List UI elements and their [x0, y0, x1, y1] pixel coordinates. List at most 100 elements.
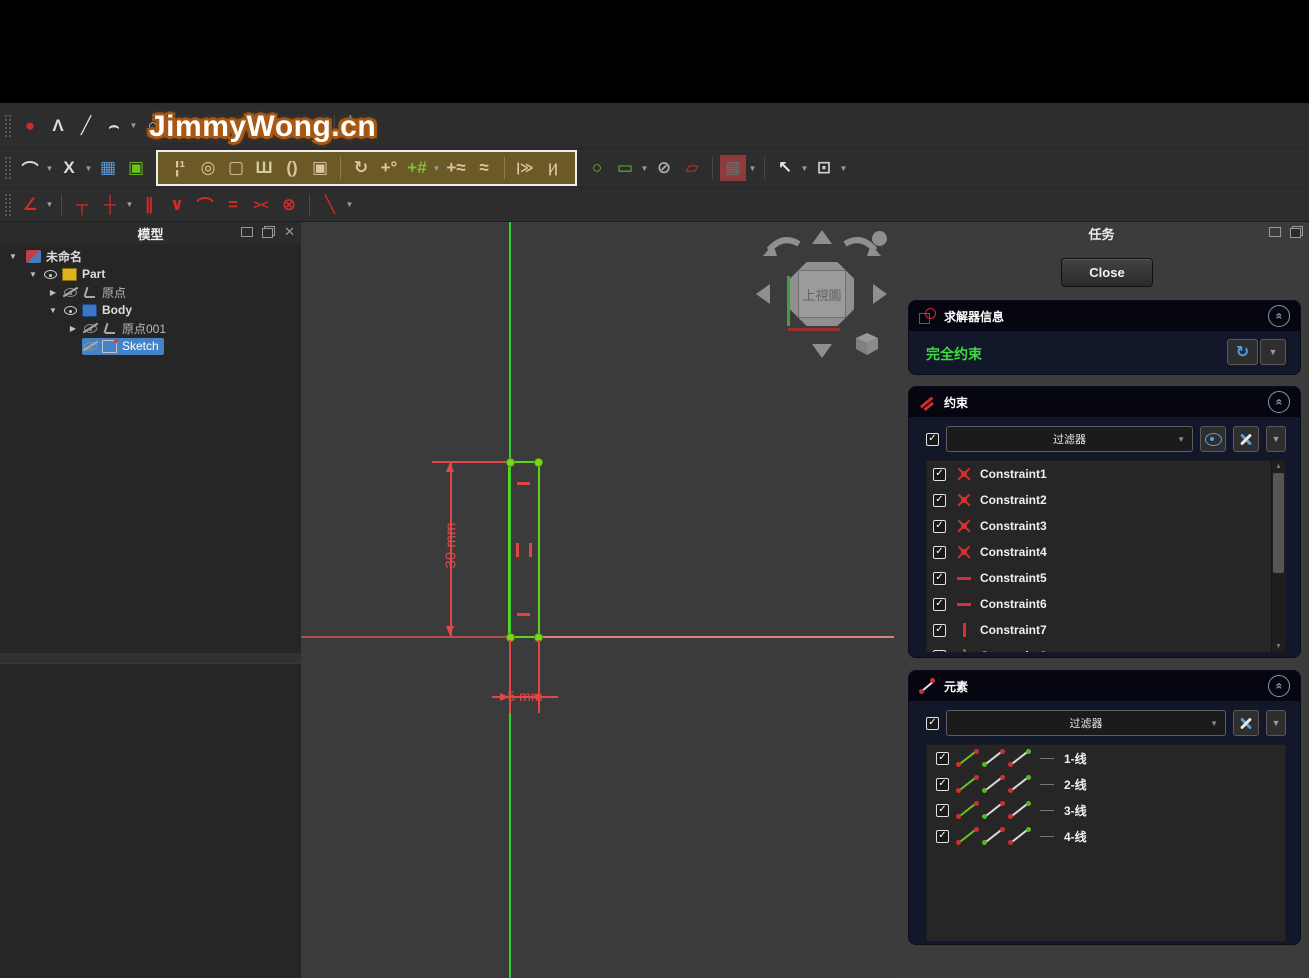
constraint-row[interactable]: ✓Constraint1 [927, 461, 1285, 487]
constraint-parallel-icon[interactable]: ∥ [136, 192, 162, 218]
tree-expander-icon[interactable]: ▼ [24, 270, 42, 279]
constraint-dimension-icon-dropdown[interactable]: ▼ [44, 200, 55, 209]
solver-section-header[interactable]: 求解器信息 « [909, 301, 1300, 331]
elements-section-header[interactable]: 元素 « [909, 671, 1300, 701]
nav-cube-label[interactable]: 上視圖 [798, 270, 846, 318]
visibility-icon[interactable] [63, 303, 79, 317]
constraint-row[interactable]: ✓Constraint6 [927, 591, 1285, 617]
element-row[interactable]: ✓3-线 [927, 797, 1285, 823]
constraint-perpendicular-icon[interactable]: ∨ [164, 192, 190, 218]
element-checkbox[interactable]: ✓ [936, 804, 949, 817]
nav-rotate-ccw-icon[interactable] [761, 236, 803, 268]
bspline-comb-icon[interactable]: Ш [251, 155, 277, 181]
clone-icon-dropdown[interactable]: ▼ [838, 164, 849, 173]
constraint-distance-x-icon[interactable]: ┼ [97, 192, 123, 218]
ellipse-tool-icon[interactable]: ⊘ [651, 155, 677, 181]
collapse-chevron-icon[interactable]: « [1268, 675, 1290, 697]
constraint-lock-icon-dropdown[interactable]: ▼ [344, 200, 355, 209]
constraint-checkbox[interactable]: ✓ [933, 572, 946, 585]
create-arc-icon-dropdown[interactable]: ▼ [128, 121, 139, 130]
element-checkbox[interactable]: ✓ [936, 752, 949, 765]
visibility-off-icon[interactable] [83, 339, 99, 353]
constraint-symmetric-icon[interactable]: >< [248, 192, 274, 218]
join-curves-icon[interactable]: ≈ [471, 155, 497, 181]
tree-item-未命名[interactable]: ▼未命名 [0, 247, 301, 265]
tree-expander-icon[interactable]: ▶ [44, 288, 62, 297]
constraint-row[interactable]: ✓Constraint8 [927, 643, 1285, 653]
visibility-icon[interactable] [43, 267, 59, 281]
split-edge-icon[interactable]: |≫ [512, 155, 538, 181]
nav-arrow-down-icon[interactable] [812, 344, 832, 358]
decrease-degree-icon[interactable]: +# [404, 155, 430, 181]
constraint-checkbox[interactable]: ✓ [933, 546, 946, 559]
solver-refresh-button[interactable]: ↻ [1227, 339, 1258, 365]
bspline-knot-multiplicity-icon[interactable]: () [279, 155, 305, 181]
collapse-chevron-icon[interactable]: « [1268, 391, 1290, 413]
tree-item-body[interactable]: ▼Body [0, 301, 301, 319]
bspline-poles-icon[interactable]: ▣ [307, 155, 333, 181]
periodic-bspline-icon[interactable]: ○ [584, 155, 610, 181]
nav-arrow-left-icon[interactable] [756, 284, 770, 304]
constraint-distance-x-icon-dropdown[interactable]: ▼ [124, 200, 135, 209]
constraints-visibility-button[interactable] [1200, 426, 1226, 452]
constraint-dimension-icon[interactable]: ∠ [17, 192, 43, 218]
fillet-icon[interactable]: ⌒ [17, 155, 43, 181]
constraint-row[interactable]: ✓Constraint7 [927, 617, 1285, 643]
constraint-row[interactable]: ✓Constraint4 [927, 539, 1285, 565]
toolbar-grip[interactable] [4, 193, 11, 217]
element-row[interactable]: ✓2-线 [927, 771, 1285, 797]
constraint-row[interactable]: ✓Constraint5 [927, 565, 1285, 591]
tree-item-part[interactable]: ▼Part [0, 265, 301, 283]
constraint-equal-icon[interactable]: = [220, 192, 246, 218]
constraint-checkbox[interactable]: ✓ [933, 468, 946, 481]
grid-toggle-icon-dropdown[interactable]: ▼ [747, 164, 758, 173]
tasks-float-icon[interactable] [1290, 226, 1303, 238]
panel-splitter[interactable] [0, 653, 301, 663]
create-arc-icon[interactable]: ⌢ [101, 113, 127, 139]
symmetry-line-icon[interactable]: |∕| [540, 155, 566, 181]
close-button[interactable]: Close [1061, 258, 1153, 287]
visibility-off-icon[interactable] [63, 285, 79, 299]
constraints-filter-combo[interactable]: 过滤器 ▼ [946, 426, 1193, 452]
elements-filter-combo[interactable]: 过滤器 ▼ [946, 710, 1226, 736]
constraint-checkbox[interactable]: ✓ [933, 624, 946, 637]
collapse-chevron-icon[interactable]: « [1268, 305, 1290, 327]
insert-knot-icon[interactable]: +≈ [443, 155, 469, 181]
constraints-filter-checkbox[interactable]: ✓ [926, 433, 939, 446]
tree-item-原点001[interactable]: ▶原点001 [0, 319, 301, 337]
select-elements-icon[interactable]: ↖ [772, 155, 798, 181]
scroll-up-icon[interactable]: ▲ [1272, 463, 1285, 470]
toolbar-grip[interactable] [4, 156, 11, 180]
constraint-row[interactable]: ✓Constraint2 [927, 487, 1285, 513]
constraint-row[interactable]: ✓Constraint3 [927, 513, 1285, 539]
nav-arrow-right-icon[interactable] [873, 284, 887, 304]
dim5-label[interactable]: 5 mm [495, 688, 555, 704]
tree-expander-icon[interactable]: ▼ [44, 306, 62, 315]
constraint-tangent-icon[interactable]: ⌒ [192, 192, 218, 218]
element-checkbox[interactable]: ✓ [936, 830, 949, 843]
element-row[interactable]: ✓4-线 [927, 823, 1285, 849]
tree-expander-icon[interactable]: ▼ [4, 252, 22, 261]
constraint-checkbox[interactable]: ✓ [933, 520, 946, 533]
toolbar-grip[interactable] [4, 114, 11, 138]
create-polyline-icon[interactable]: Λ [45, 113, 71, 139]
scrollbar-thumb[interactable] [1273, 473, 1284, 573]
element-row[interactable]: ✓1-线 [927, 745, 1285, 771]
trim-edge-icon[interactable]: Χ [56, 155, 82, 181]
merge-sketches-icon[interactable]: ▣ [123, 155, 149, 181]
sketch-viewport[interactable]: 30 mm 5 mm 上視圖 [301, 222, 894, 978]
element-checkbox[interactable]: ✓ [936, 778, 949, 791]
dim30-label[interactable]: 30 mm [443, 506, 460, 586]
bspline-control-polygon-icon[interactable]: ◎ [195, 155, 221, 181]
constraint-lock-icon[interactable]: ╲ [317, 192, 343, 218]
nav-arrow-up-icon[interactable] [812, 230, 832, 244]
rectangle-tool-icon-dropdown[interactable]: ▼ [639, 164, 650, 173]
elements-filter-checkbox[interactable]: ✓ [926, 717, 939, 730]
constraint-distance-y-icon[interactable]: ┬ [69, 192, 95, 218]
create-line-icon[interactable]: ╱ [73, 113, 99, 139]
sketch-rectangle[interactable] [508, 461, 540, 638]
nav-cube-face[interactable]: 上視圖 [790, 262, 854, 326]
carbon-copy-icon[interactable]: ▱ [679, 155, 705, 181]
constraint-checkbox[interactable]: ✓ [933, 494, 946, 507]
select-elements-icon-dropdown[interactable]: ▼ [799, 164, 810, 173]
